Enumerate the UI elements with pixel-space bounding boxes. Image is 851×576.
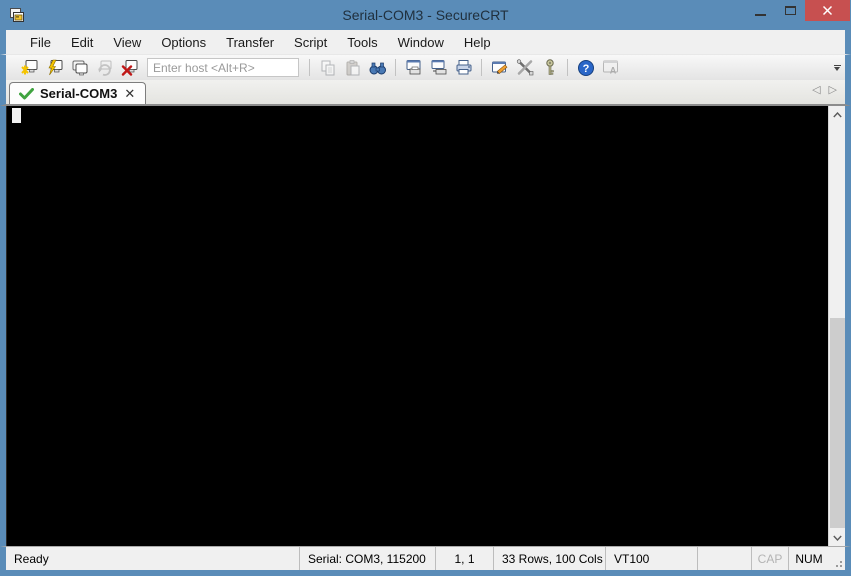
menu-help[interactable]: Help	[454, 32, 501, 53]
app-icon	[10, 8, 24, 22]
disconnect-icon	[121, 60, 137, 76]
menu-script[interactable]: Script	[284, 32, 337, 53]
connected-check-icon	[19, 87, 34, 99]
auto-print-icon	[431, 60, 446, 75]
terminal-cursor	[12, 108, 21, 123]
status-num-lock: NUM	[795, 551, 823, 566]
menu-options[interactable]: Options	[151, 32, 216, 53]
menu-transfer[interactable]: Transfer	[216, 32, 284, 53]
key-icon	[545, 59, 554, 75]
status-bar: Ready Serial: COM3, 115200 1, 1 33 Rows,…	[0, 546, 851, 570]
connect-button[interactable]	[43, 57, 66, 79]
tab-scroll-right-icon[interactable]: ▷	[829, 85, 837, 96]
host-input[interactable]	[147, 58, 299, 77]
print-screen-icon	[406, 60, 420, 75]
agent-key-button[interactable]	[538, 57, 561, 79]
menu-view[interactable]: View	[103, 32, 151, 53]
global-options-icon	[516, 59, 533, 76]
reconnect-button	[93, 57, 116, 79]
quick-connect-icon	[20, 60, 37, 75]
print-icon	[456, 60, 471, 75]
find-button[interactable]	[366, 57, 389, 79]
status-ready: Ready	[6, 547, 300, 570]
chevron-down-icon	[834, 66, 840, 71]
menu-window[interactable]: Window	[388, 32, 454, 53]
toolbar-separator	[567, 59, 568, 76]
tab-scroll-controls: ◁ ▷	[812, 85, 837, 96]
tab-close-icon[interactable]: ✕	[123, 87, 136, 100]
status-blank	[698, 547, 752, 570]
status-caps-lock: CAP	[752, 547, 789, 570]
toolbar: ? A	[0, 54, 851, 80]
scroll-down-button[interactable]	[829, 529, 846, 546]
print-button[interactable]	[452, 57, 475, 79]
status-emulation: VT100	[606, 547, 698, 570]
grip-dots-icon	[840, 565, 842, 567]
chevron-down-icon	[833, 535, 842, 541]
disconnect-button[interactable]	[118, 57, 141, 79]
appearance-button: A	[599, 57, 622, 79]
help-icon: ?	[577, 59, 594, 76]
session-options-button[interactable]	[488, 57, 511, 79]
menu-bar: File Edit View Options Transfer Script T…	[0, 30, 851, 54]
terminal-row	[0, 106, 851, 546]
toolbar-overflow-button[interactable]	[831, 64, 843, 71]
maximize-button[interactable]	[775, 0, 805, 21]
window-frame-bottom	[0, 570, 851, 576]
scrollbar-thumb[interactable]	[830, 318, 845, 528]
menu-tools[interactable]: Tools	[337, 32, 387, 53]
help-button[interactable]: ?	[574, 57, 597, 79]
toolbar-separator	[395, 59, 396, 76]
window-title: Serial-COM3 - SecureCRT	[342, 7, 509, 23]
title-bar: Serial-COM3 - SecureCRT	[0, 0, 851, 30]
reconnect-icon	[97, 60, 111, 76]
menu-edit[interactable]: Edit	[61, 32, 103, 53]
vertical-scrollbar[interactable]	[828, 106, 845, 546]
tab-label: Serial-COM3	[40, 86, 118, 101]
copy-icon	[321, 60, 334, 75]
print-screen-button[interactable]	[402, 57, 425, 79]
appearance-icon: A	[602, 60, 618, 76]
session-options-icon	[491, 61, 507, 75]
window-controls	[745, 0, 851, 30]
securecrt-window: Serial-COM3 - SecureCRT File Edit View O…	[0, 0, 851, 576]
toolbar-separator	[309, 59, 310, 76]
connect-icon	[48, 59, 62, 76]
connect-in-tab-icon	[72, 60, 87, 76]
global-options-button[interactable]	[513, 57, 536, 79]
find-icon	[369, 62, 386, 74]
minimize-button[interactable]	[745, 0, 775, 21]
auto-print-button[interactable]	[427, 57, 450, 79]
tab-bar: Serial-COM3 ✕ ◁ ▷	[0, 80, 851, 106]
svg-text:?: ?	[582, 63, 589, 75]
connect-in-tab-button[interactable]	[68, 57, 91, 79]
quick-connect-button[interactable]	[18, 57, 41, 79]
overflow-bar-icon	[833, 64, 841, 66]
copy-button	[316, 57, 339, 79]
minimize-icon	[754, 13, 766, 16]
menu-file[interactable]: File	[20, 32, 61, 53]
status-cursor-position: 1, 1	[436, 547, 494, 570]
close-icon	[822, 5, 833, 16]
paste-button	[341, 57, 364, 79]
status-dimensions: 33 Rows, 100 Cols	[494, 547, 606, 570]
tab-scroll-left-icon[interactable]: ◁	[812, 85, 820, 96]
scroll-up-button[interactable]	[829, 106, 846, 123]
tab-serial-com3[interactable]: Serial-COM3 ✕	[9, 82, 147, 104]
resize-grip[interactable]	[829, 547, 845, 570]
status-connection: Serial: COM3, 115200	[300, 547, 436, 570]
toolbar-separator	[481, 59, 482, 76]
paste-icon	[346, 59, 359, 75]
svg-text:A: A	[609, 66, 616, 76]
maximize-icon	[784, 6, 796, 15]
close-button[interactable]	[805, 0, 850, 21]
terminal-screen[interactable]	[6, 106, 828, 546]
chevron-up-icon	[833, 111, 842, 117]
